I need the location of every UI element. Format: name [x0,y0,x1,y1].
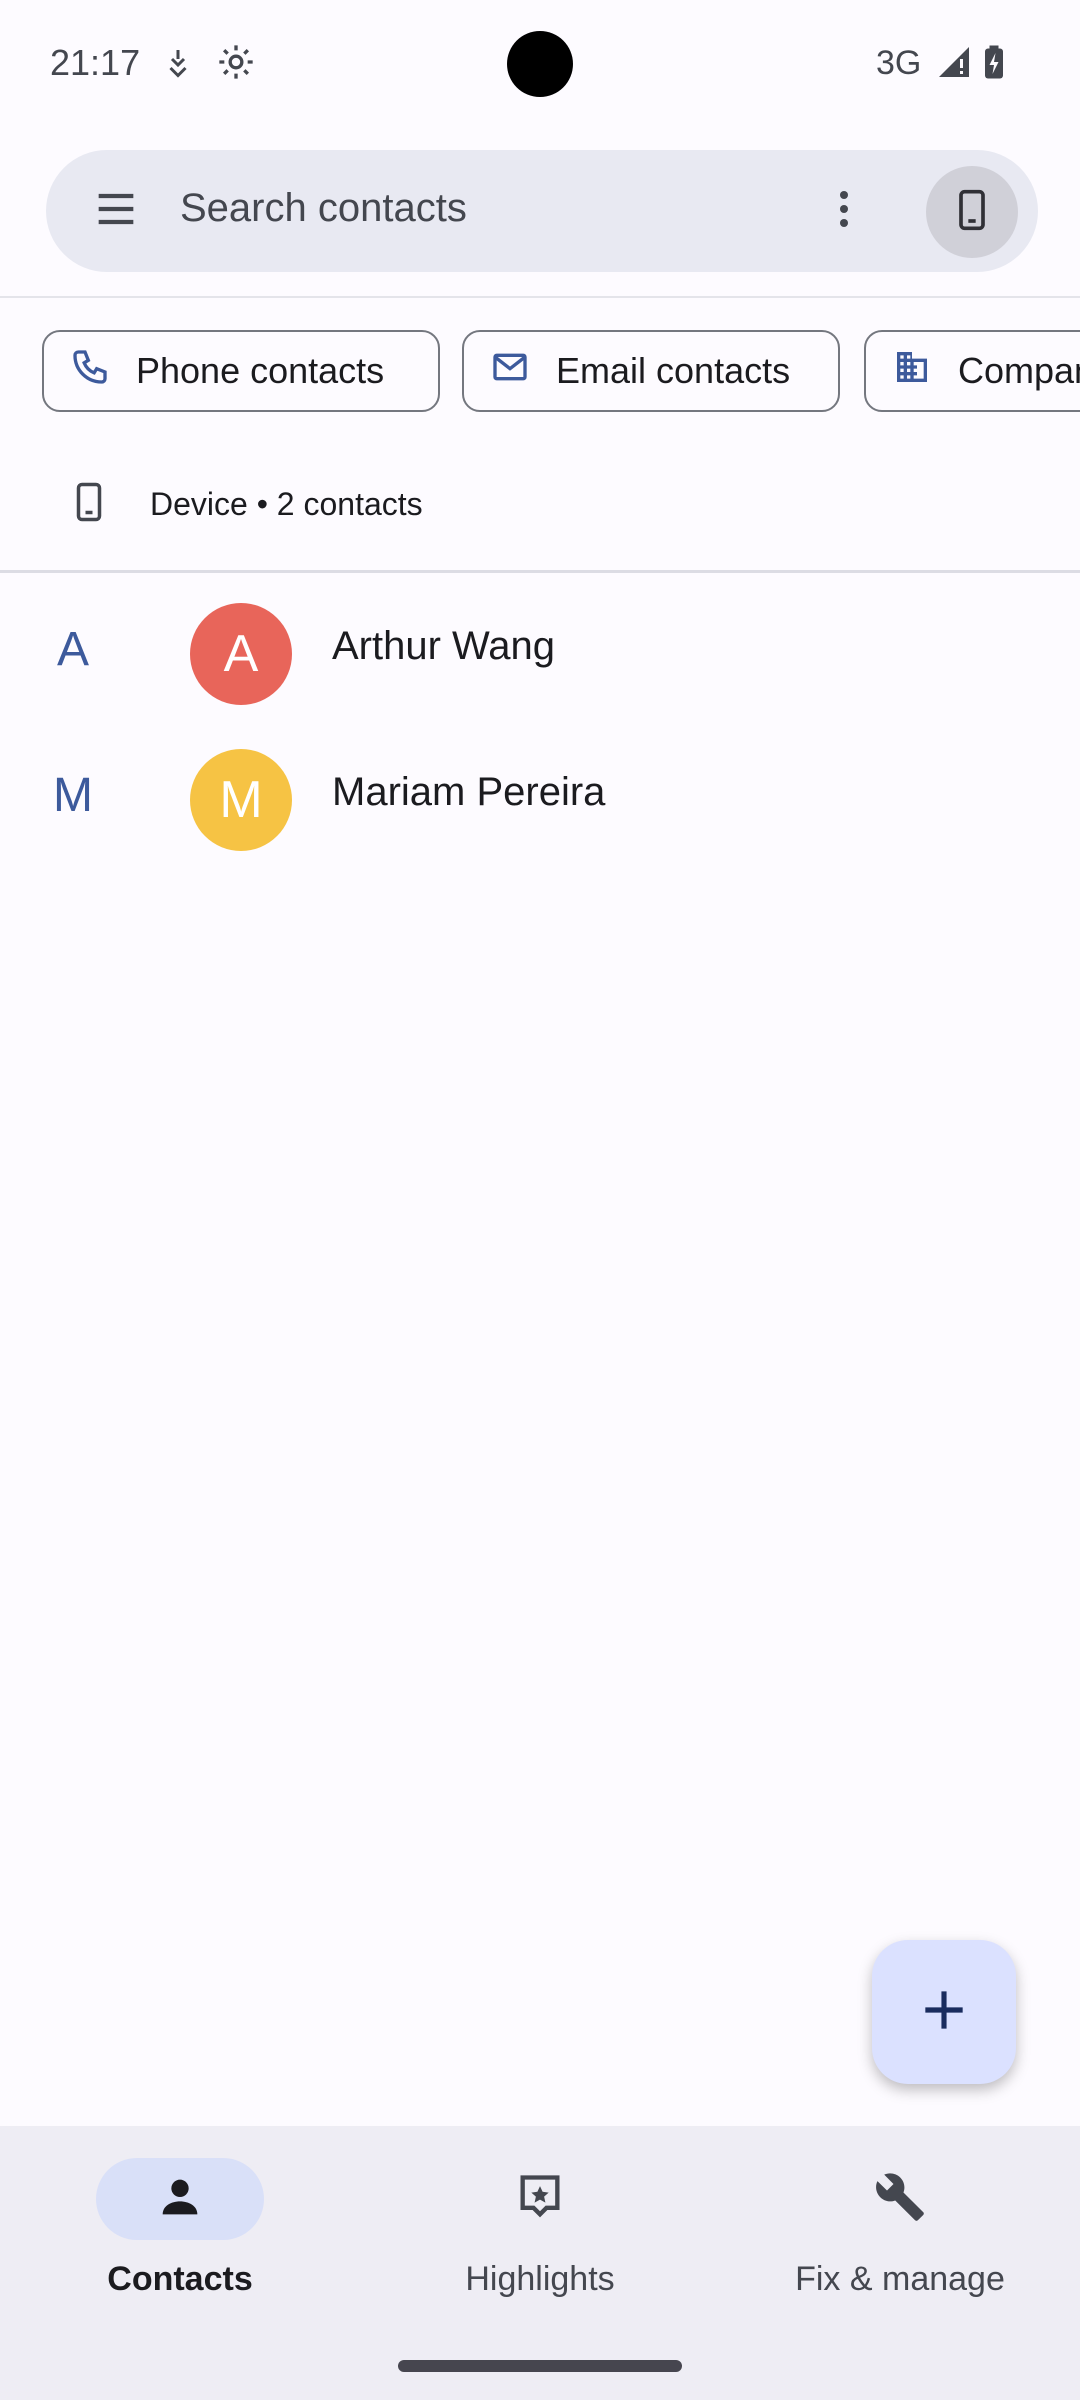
contact-name: Mariam Pereira [332,770,606,814]
highlights-icon [514,2171,566,2228]
business-icon [892,347,958,396]
menu-button[interactable] [56,150,176,272]
settings-gear-icon [216,42,256,82]
more-options-button[interactable] [782,150,906,272]
chip-label: Phone contacts [136,350,385,391]
nav-highlights[interactable]: Highlights [360,2126,720,2336]
mail-icon [490,347,556,396]
battery-charging-icon [982,44,1018,80]
section-divider [0,570,1080,573]
chip-label: Company [958,350,1080,391]
phone-icon [950,188,994,237]
network-type-label: 3G [876,44,922,82]
menu-icon [90,183,142,240]
account-filter-label: Device • 2 contacts [150,485,423,522]
data-saver-icon [160,44,196,80]
chip-phone-contacts[interactable]: Phone contacts [42,330,440,412]
index-letter: M [53,769,93,822]
account-button[interactable] [926,166,1018,258]
filter-chips: Phone contacts Email contacts Company [0,310,1080,434]
nav-icon-container [816,2158,984,2240]
nav-label: Highlights [465,2260,615,2298]
nav-label: Fix & manage [795,2260,1005,2298]
signal-icon [936,44,972,80]
avatar: A [190,603,292,705]
contact-row[interactable]: A A Arthur Wang [0,576,1080,722]
front-camera [507,31,573,97]
top-divider [0,296,1080,298]
nav-active-indicator [96,2158,264,2240]
chip-company[interactable]: Company [864,330,1080,412]
contacts-screen: 21:17 3G Search contacts Phone contacts … [0,0,1080,2400]
nav-contacts[interactable]: Contacts [0,2126,360,2336]
contacts-icon [154,2171,206,2228]
bottom-navigation: Contacts Highlights Fix & manage [0,2126,1080,2400]
contact-name: Arthur Wang [332,624,556,668]
index-letter: A [56,623,89,676]
contact-row[interactable]: M M Mariam Pereira [0,722,1080,868]
nav-icon-container [456,2158,624,2240]
more-vert-icon [820,185,868,238]
avatar-initial: A [223,625,259,683]
search-bar[interactable]: Search contacts [46,150,1038,272]
account-filter-row[interactable]: Device • 2 contacts [0,436,494,572]
chip-email-contacts[interactable]: Email contacts [462,330,840,412]
add-icon [916,1982,972,2043]
phone-icon [70,347,136,396]
status-bar: 21:17 3G [0,0,1080,130]
home-indicator[interactable] [398,2360,682,2372]
nav-label: Contacts [107,2260,253,2298]
status-time: 21:17 [50,42,141,83]
add-contact-button[interactable] [872,1940,1016,2084]
nav-fix-manage[interactable]: Fix & manage [720,2126,1080,2336]
chip-label: Email contacts [556,350,791,391]
wrench-icon [874,2171,926,2228]
search-input[interactable]: Search contacts [180,186,467,231]
smartphone-icon [68,477,110,532]
avatar-initial: M [219,771,263,829]
avatar: M [190,749,292,851]
